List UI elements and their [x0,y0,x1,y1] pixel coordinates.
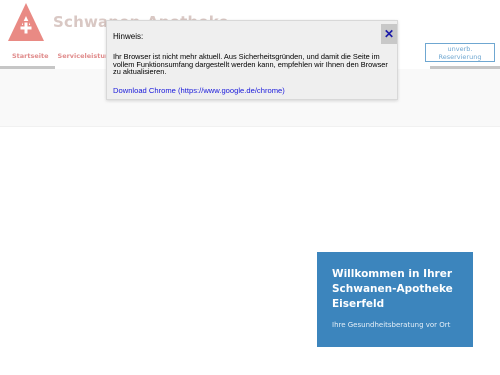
reservation-button[interactable]: unverb. Reservierung [425,43,495,62]
welcome-subtitle: Ihre Gesundheitsberatung vor Ort [332,321,451,329]
hero-divider [0,126,500,127]
welcome-title: Willkommen in Ihrer Schwanen-Apotheke Ei… [332,268,453,310]
dialog-message: Ihr Browser ist nicht mehr aktuell. Aus … [113,52,388,76]
dialog-title: Hinweis: [113,32,144,41]
download-chrome-link[interactable]: Download Chrome (https://www.google.de/c… [113,86,285,95]
browser-warning-dialog: Hinweis: ✕ Ihr Browser ist nicht mehr ak… [106,20,398,100]
close-icon[interactable]: ✕ [381,24,397,44]
main-nav: Startseite Serviceleistung [12,52,114,60]
welcome-box: Willkommen in Ihrer Schwanen-Apotheke Ei… [317,252,473,347]
nav-item-startseite[interactable]: Startseite [12,52,49,60]
apotheke-a-logo-icon[interactable] [8,3,44,41]
